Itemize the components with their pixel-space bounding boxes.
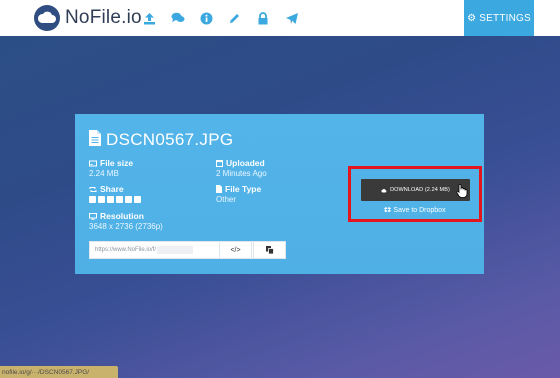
paper-plane-icon[interactable] (281, 7, 303, 29)
file-link-text: https://www.NoFile.io/f/ (95, 247, 157, 253)
top-navbar: NoFile.io ⚙ SETTINGS (0, 0, 560, 36)
cloud-download-icon (381, 188, 387, 192)
hdd-icon (89, 160, 97, 166)
file-card: DSCN0567.JPG File size 2.24 MB Uploaded … (75, 114, 484, 274)
resolution-value: 3648 x 2736 (2736p) (89, 222, 163, 231)
dropbox-icon (384, 207, 392, 213)
lock-icon[interactable] (252, 7, 274, 29)
file-type-value: Other (216, 195, 237, 204)
file-name: DSCN0567.JPG (106, 130, 234, 149)
file-type-icon (216, 185, 222, 193)
file-size-value: 2.24 MB (89, 169, 119, 178)
retweet-icon (89, 186, 97, 192)
file-title: DSCN0567.JPG (89, 129, 233, 151)
file-type-label: File Type (216, 184, 261, 194)
monitor-icon (89, 212, 97, 220)
twitter-share-icon[interactable] (89, 196, 96, 203)
reddit-share-icon[interactable] (125, 196, 132, 203)
cloud-logo-icon (34, 5, 60, 31)
google-share-icon[interactable] (107, 196, 114, 203)
copy-icon (265, 246, 274, 254)
calendar-icon (216, 160, 223, 167)
redacted-link-id (157, 246, 194, 254)
nav-icons (138, 0, 309, 36)
save-to-dropbox-link[interactable]: Save to Dropbox (380, 205, 450, 215)
facebook-share-icon[interactable] (98, 196, 105, 203)
download-button[interactable]: DOWNLOAD (2.24 MB) (361, 179, 470, 201)
share-icons (89, 196, 143, 203)
info-icon[interactable] (195, 7, 217, 29)
logo-text: NoFile.io (65, 7, 142, 28)
status-url: nofile.io/g/···/DSCN0567.JPG/ (2, 368, 90, 376)
code-icon: </> (230, 246, 241, 254)
share-label: Share (89, 184, 124, 194)
gear-icon: ⚙ (467, 12, 477, 24)
resolution-label: Resolution (89, 211, 144, 221)
settings-button[interactable]: ⚙ SETTINGS (464, 0, 534, 36)
pencil-icon[interactable] (224, 7, 246, 29)
copy-link-button[interactable] (253, 241, 286, 259)
logo[interactable]: NoFile.io (34, 4, 142, 32)
uploaded-label: Uploaded (216, 158, 265, 168)
uploaded-value: 2 Minutes Ago (216, 169, 267, 178)
browser-status-bar: nofile.io/g/···/DSCN0567.JPG/ (0, 366, 118, 378)
email-share-icon[interactable] (134, 196, 141, 203)
file-size-label: File size (89, 158, 133, 168)
settings-label: SETTINGS (479, 12, 531, 24)
embed-code-button[interactable]: </> (219, 241, 252, 259)
tumblr-share-icon[interactable] (116, 196, 123, 203)
upload-icon[interactable] (138, 7, 160, 29)
hand-cursor-icon (456, 184, 468, 203)
download-label: DOWNLOAD (2.24 MB) (390, 187, 450, 193)
file-icon (89, 129, 101, 151)
chat-icon[interactable] (167, 7, 189, 29)
dropbox-label: Save to Dropbox (393, 206, 446, 214)
